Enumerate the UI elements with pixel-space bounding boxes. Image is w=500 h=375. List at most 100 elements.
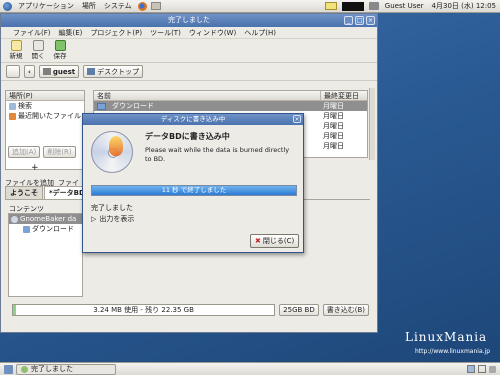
dialog-heading: データBDに書き込み中 — [145, 132, 230, 141]
system-monitor-icon[interactable] — [341, 1, 364, 11]
file-row[interactable]: ダウンロード 月曜日 — [94, 101, 367, 111]
close-button[interactable]: ✖ 閉じる(C) — [250, 234, 300, 248]
open-button[interactable]: 開く — [29, 40, 47, 60]
system-menu[interactable]: システム — [100, 1, 136, 11]
desktop-icon — [87, 68, 96, 75]
disc-size-select[interactable]: 25GB BD — [279, 304, 319, 316]
dialog-close-icon[interactable]: × — [293, 115, 301, 123]
dialog-title: ディスクに書き込み中 — [160, 115, 226, 123]
places-item-search[interactable]: 検索 — [6, 101, 84, 111]
file-row-modified: 月曜日 — [323, 102, 344, 110]
save-icon — [54, 40, 66, 51]
notification-icon[interactable] — [324, 2, 337, 10]
path-desktop-label: デスクトップ — [97, 67, 140, 76]
flame-icon — [109, 136, 123, 156]
workspace-1[interactable] — [467, 365, 475, 373]
firefox-launcher-icon[interactable] — [137, 1, 147, 11]
capacity-bar: 3.24 MB 使用 - 残り 22.35 GB — [12, 304, 276, 316]
path-back-button[interactable]: ‹ — [24, 65, 35, 78]
tree-row[interactable]: ダウンロード — [9, 224, 82, 234]
mail-launcher-icon[interactable] — [150, 2, 161, 10]
project-buttons: 追加(A) 削除(R) — [8, 146, 76, 158]
burn-progress-text: 11 秒 で終了しました — [161, 186, 227, 194]
folder-icon — [97, 102, 106, 110]
add-button[interactable]: 追加(A) — [8, 146, 41, 158]
disc-icon — [11, 215, 18, 223]
add-file-icon: + — [31, 163, 39, 173]
new-button-label: 新規 — [9, 52, 23, 60]
file-row-name: ダウンロード — [112, 102, 154, 110]
remove-button[interactable]: 削除(R) — [43, 146, 76, 158]
places-item-recent-label: 最近開いたファイル — [18, 112, 81, 120]
close-icon[interactable]: × — [366, 16, 375, 25]
contents-tree: GnomeBaker da ダウンロード — [8, 213, 83, 297]
menu-edit[interactable]: 編集(E) — [55, 28, 87, 38]
new-button[interactable]: 新規 — [7, 40, 25, 60]
save-button-label: 保存 — [53, 52, 67, 60]
save-button[interactable]: 保存 — [51, 40, 69, 60]
burn-button[interactable]: 書き込む(B) — [322, 304, 369, 316]
path-desktop-button[interactable]: デスクトップ — [83, 65, 144, 78]
menu-window[interactable]: ウィンドウ(W) — [185, 28, 240, 38]
window-titlebar[interactable]: 完了しました _ □ × — [1, 14, 377, 27]
search-icon — [9, 102, 16, 110]
show-desktop-icon[interactable] — [4, 364, 13, 374]
menubar: ファイル(F) 編集(E) プロジェクト(P) ツール(T) ウィンドウ(W) … — [1, 27, 377, 39]
close-button-label: 閉じる(C) — [262, 237, 295, 245]
dialog-message: Please wait while the data is burned dir… — [145, 146, 290, 163]
menu-help[interactable]: ヘルプ(H) — [240, 28, 280, 38]
show-output-label: 出力を表示 — [99, 215, 135, 223]
gnome-foot-icon[interactable] — [3, 1, 12, 11]
folder-icon — [23, 225, 30, 233]
home-icon — [42, 68, 51, 75]
taskbar-item-label: 完了しました — [31, 364, 73, 373]
places-pane: 場所(P) 検索 最近開いたファイル — [5, 90, 85, 170]
tree-row-label: GnomeBaker da — [20, 215, 77, 223]
tab-welcome[interactable]: ようこそ — [5, 186, 43, 199]
places-item-search-label: 検索 — [18, 102, 32, 110]
menu-project[interactable]: プロジェクト(P) — [86, 28, 146, 38]
burn-dialog: ディスクに書き込み中 × データBDに書き込み中 Please wait whi… — [82, 113, 304, 253]
dialog-titlebar[interactable]: ディスクに書き込み中 × — [83, 114, 303, 125]
user-switcher[interactable]: Guest User — [381, 2, 428, 10]
taskbar-item[interactable]: 完了しました — [16, 363, 116, 375]
places-item-recent[interactable]: 最近開いたファイル — [6, 111, 84, 121]
disc-status: 3.24 MB 使用 - 残り 22.35 GB 25GB BD 書き込む(B) — [12, 303, 369, 317]
column-modified[interactable]: 最終変更日 — [320, 91, 367, 100]
bottom-panel: 完了しました — [0, 362, 500, 375]
column-name[interactable]: 名前 — [94, 91, 320, 100]
menu-file[interactable]: ファイル(F) — [9, 28, 55, 38]
maximize-icon[interactable]: □ — [355, 16, 364, 25]
path-home-button[interactable]: guest — [38, 65, 80, 78]
workspace-2[interactable] — [478, 365, 486, 373]
recent-files-icon — [9, 112, 16, 120]
file-row-modified: 月曜日 — [323, 132, 344, 140]
file-row-modified: 月曜日 — [323, 142, 344, 150]
clock[interactable]: 4月30日 (水) 12:05 — [428, 1, 500, 11]
edit-location-icon[interactable] — [6, 65, 20, 78]
file-row-modified: 月曜日 — [323, 122, 344, 130]
trash-icon[interactable] — [489, 365, 496, 373]
open-icon — [32, 40, 44, 51]
minimize-icon[interactable]: _ — [344, 16, 353, 25]
places-menu[interactable]: 場所 — [78, 1, 100, 11]
show-output-expander[interactable]: ▷ 出力を表示 — [91, 214, 134, 224]
gb-toolbar: ファイルを追加 ファイ — [5, 168, 89, 188]
tree-row-label: ダウンロード — [32, 225, 74, 233]
site-url: http://www.linuxmania.jp — [415, 348, 490, 355]
burn-progress-bar: 11 秒 で終了しました — [91, 185, 297, 196]
open-button-label: 開く — [31, 52, 45, 60]
applications-menu[interactable]: アプリケーション — [14, 1, 78, 11]
menu-tools[interactable]: ツール(T) — [146, 28, 185, 38]
tree-row[interactable]: GnomeBaker da — [9, 214, 82, 224]
file-list-scrollbar[interactable] — [369, 88, 375, 160]
volume-icon[interactable] — [368, 2, 379, 10]
places-header[interactable]: 場所(P) — [6, 91, 84, 101]
top-panel: アプリケーション 場所 システム Guest User 4月30日 (水) 12… — [0, 0, 500, 13]
site-logo: LinuxMania — [405, 330, 488, 344]
file-list-header: 名前 最終変更日 — [94, 91, 367, 101]
new-project-icon — [10, 40, 22, 51]
app-icon — [21, 365, 28, 373]
window-title: 完了しました — [168, 16, 210, 24]
status-label: 完了しました — [91, 204, 133, 212]
